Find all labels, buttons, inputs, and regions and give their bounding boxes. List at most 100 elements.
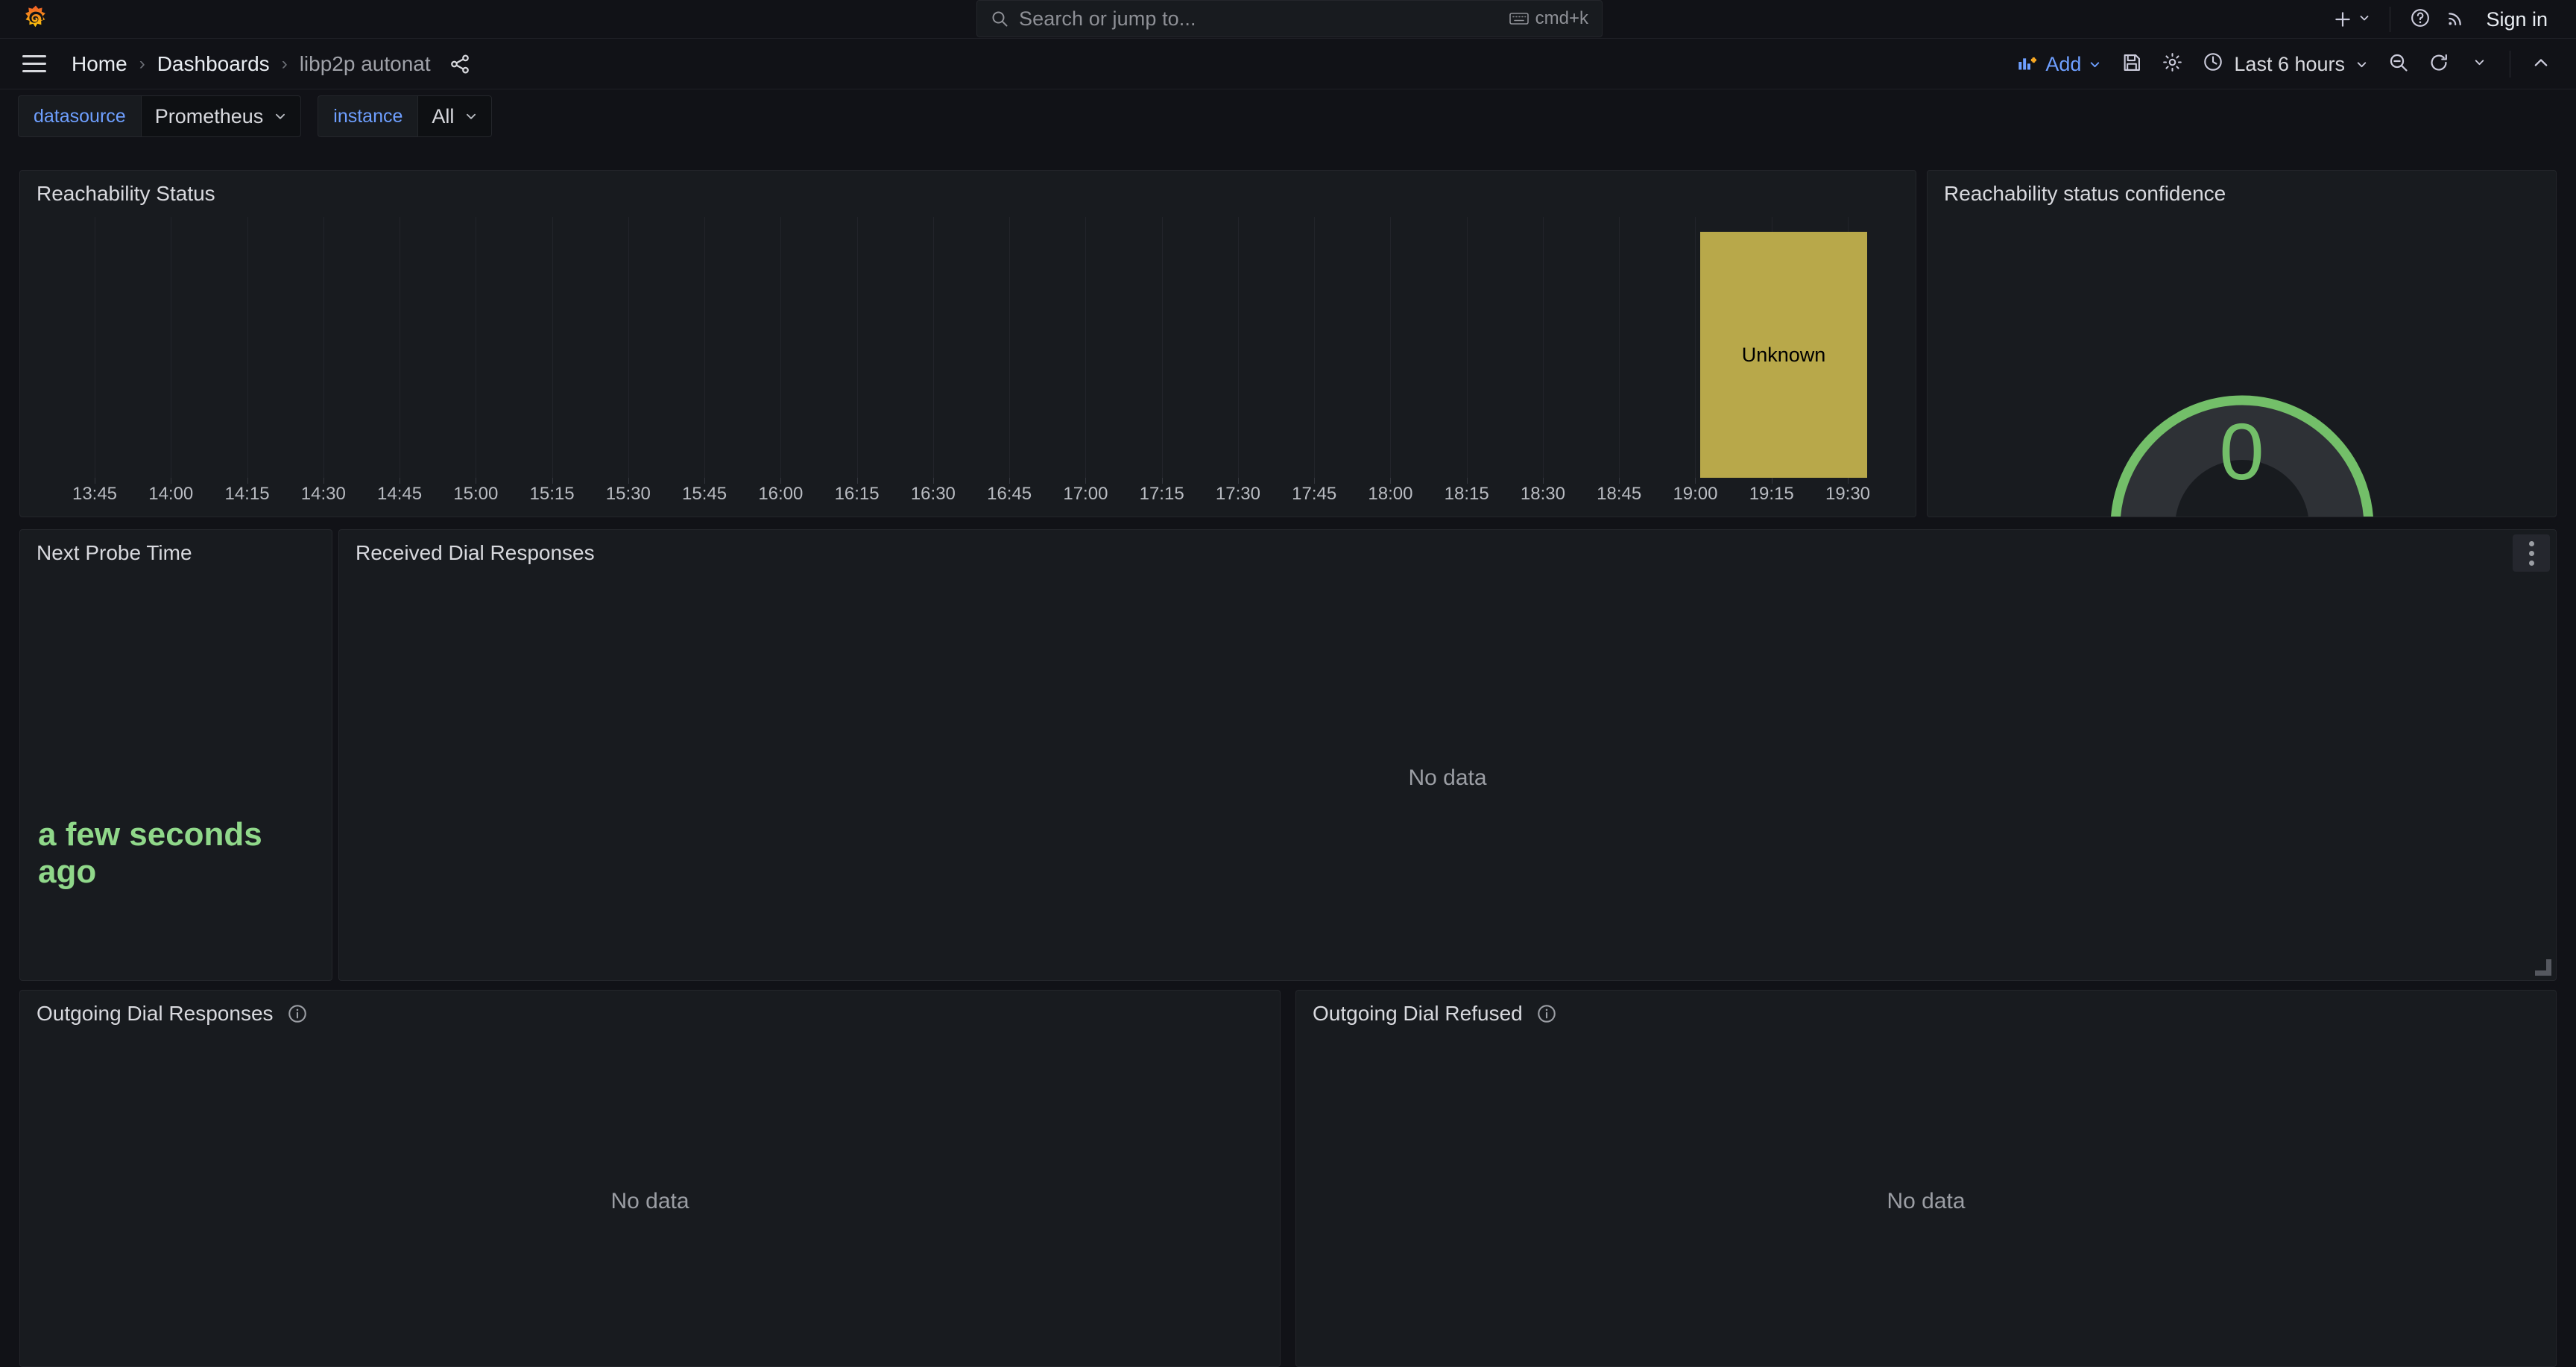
panel-header[interactable]: Reachability Status: [20, 171, 1916, 217]
help-button[interactable]: [2402, 3, 2438, 36]
keyboard-icon: [1509, 11, 1529, 26]
share-icon[interactable]: [449, 53, 471, 75]
panel-header[interactable]: Reachability status confidence: [1928, 171, 2556, 217]
panel-header[interactable]: Outgoing Dial Responses: [20, 991, 1280, 1037]
chevron-down-icon: [2355, 53, 2368, 76]
save-dashboard-button[interactable]: [2112, 47, 2152, 81]
variable-instance-label: instance: [318, 95, 418, 137]
gridline: [323, 217, 324, 478]
zoom-out-time-button[interactable]: [2378, 47, 2419, 81]
refresh-interval-dropdown[interactable]: [2459, 47, 2499, 81]
axis-tick-mark: [247, 478, 248, 484]
no-data-message: No data: [1408, 765, 1487, 790]
news-feed-button[interactable]: [2438, 3, 2474, 36]
x-axis-tick-label: 18:30: [1520, 484, 1565, 504]
gridline: [1237, 217, 1239, 478]
gridline: [1695, 217, 1696, 478]
gridline: [1009, 217, 1011, 478]
panel-header[interactable]: Outgoing Dial Refused: [1296, 991, 2556, 1037]
panel-header[interactable]: Next Probe Time: [20, 530, 332, 576]
axis-tick-mark: [628, 478, 629, 484]
variable-instance-value: All: [432, 104, 455, 127]
x-axis-tick-label: 15:45: [682, 484, 727, 504]
chevron-down-icon: [274, 105, 287, 128]
x-axis-tick-label: 18:45: [1597, 484, 1642, 504]
x-axis-tick-label: 14:30: [300, 484, 346, 504]
axis-tick-mark: [1542, 478, 1544, 484]
axis-tick-mark: [1314, 478, 1316, 484]
axis-tick-mark: [856, 478, 858, 484]
add-panel-icon: [2017, 51, 2038, 78]
grafana-logo-icon[interactable]: [21, 4, 51, 34]
axis-tick-mark: [1009, 478, 1011, 484]
dashboard-settings-button[interactable]: [2152, 47, 2192, 81]
axis-tick-mark: [704, 478, 706, 484]
axis-tick-mark: [1695, 478, 1696, 484]
collapse-toolbar-button[interactable]: [2521, 47, 2561, 81]
breadcrumb: Home › Dashboards › libp2p autonat: [69, 52, 471, 76]
panel-title: Reachability status confidence: [1944, 182, 2226, 205]
x-axis-tick-label: 15:00: [453, 484, 499, 504]
save-disk-icon: [2121, 52, 2142, 77]
state-band-label: Unknown: [1741, 343, 1826, 366]
breadcrumb-item-current[interactable]: libp2p autonat: [297, 52, 434, 76]
sign-in-button[interactable]: Sign in: [2474, 8, 2560, 31]
axis-tick-mark: [1848, 478, 1849, 484]
panel-outgoing-dial-responses: Outgoing Dial Responses No data: [19, 990, 1281, 1367]
kebab-menu-icon[interactable]: [2513, 534, 2550, 572]
axis-tick-mark: [1237, 478, 1239, 484]
info-circle-icon[interactable]: [287, 1003, 308, 1024]
gridline: [704, 217, 706, 478]
x-axis-tick-label: 14:15: [224, 484, 270, 504]
gridline: [932, 217, 934, 478]
state-timeline-plot[interactable]: Unknown 13:45 14:00 14:15 14:30 14:45 15:00 15…: [20, 217, 1916, 517]
search-input[interactable]: Search or jump to... cmd+k: [976, 0, 1603, 37]
x-axis-tick-label: 19:15: [1749, 484, 1794, 504]
hamburger-menu-icon[interactable]: [19, 49, 49, 79]
x-axis-tick-label: 18:00: [1368, 484, 1413, 504]
x-axis-tick-label: 17:00: [1063, 484, 1108, 504]
x-axis: 13:45 14:00 14:15 14:30 14:45 15:00 15:15 15:30…: [20, 478, 1916, 517]
variable-datasource-label: datasource: [18, 95, 141, 137]
x-axis-tick-label: 16:15: [834, 484, 880, 504]
breadcrumb-separator: ›: [281, 53, 288, 74]
resize-handle-icon[interactable]: [2535, 959, 2551, 976]
gridline: [1314, 217, 1316, 478]
refresh-icon: [2428, 52, 2449, 77]
panel-title: Outgoing Dial Refused: [1313, 1002, 1523, 1025]
search-shortcut-hint: cmd+k: [1509, 8, 1588, 29]
no-data-message: No data: [1887, 1189, 1966, 1213]
panel-header[interactable]: Received Dial Responses: [339, 530, 2556, 576]
axis-tick-mark: [552, 478, 553, 484]
panel-title: Outgoing Dial Responses: [37, 1002, 274, 1025]
help-circle-icon: [2410, 7, 2431, 32]
variable-instance-select[interactable]: All: [417, 95, 493, 137]
gauge-visualization[interactable]: 0: [1928, 217, 2556, 517]
info-circle-icon[interactable]: [1536, 1003, 1557, 1024]
create-new-button[interactable]: [2326, 3, 2378, 36]
template-variables-row: datasource Prometheus instance All: [0, 89, 2576, 143]
breadcrumb-item-home[interactable]: Home: [69, 52, 130, 76]
panel-reachability-status-confidence: Reachability status confidence 0: [1927, 170, 2557, 517]
panel-reachability-status: Reachability Status Unknown 13:45 14:00 14…: [19, 170, 1916, 517]
variable-datasource-value: Prometheus: [154, 104, 264, 127]
x-axis-tick-label: 13:45: [72, 484, 118, 504]
time-range-picker[interactable]: Last 6 hours: [2192, 47, 2378, 81]
add-button-label: Add: [2045, 52, 2082, 75]
panel-title: Next Probe Time: [37, 541, 192, 564]
gridline: [552, 217, 553, 478]
gauge-value: 0: [2219, 406, 2264, 496]
axis-tick-mark: [1466, 478, 1468, 484]
x-axis-tick-label: 17:45: [1292, 484, 1337, 504]
x-axis-tick-label: 14:45: [377, 484, 423, 504]
add-button[interactable]: Add: [2007, 47, 2112, 81]
refresh-dashboard-button[interactable]: [2419, 47, 2459, 81]
stat-value: a few seconds ago: [38, 816, 262, 890]
breadcrumb-item-dashboards[interactable]: Dashboards: [154, 52, 273, 76]
gridline: [780, 217, 782, 478]
x-axis-tick-label: 17:15: [1139, 484, 1184, 504]
topbar-actions: Sign in: [2326, 0, 2560, 39]
state-band-unknown[interactable]: Unknown: [1700, 232, 1867, 478]
variable-datasource-select[interactable]: Prometheus: [140, 95, 302, 137]
gridline: [1542, 217, 1544, 478]
